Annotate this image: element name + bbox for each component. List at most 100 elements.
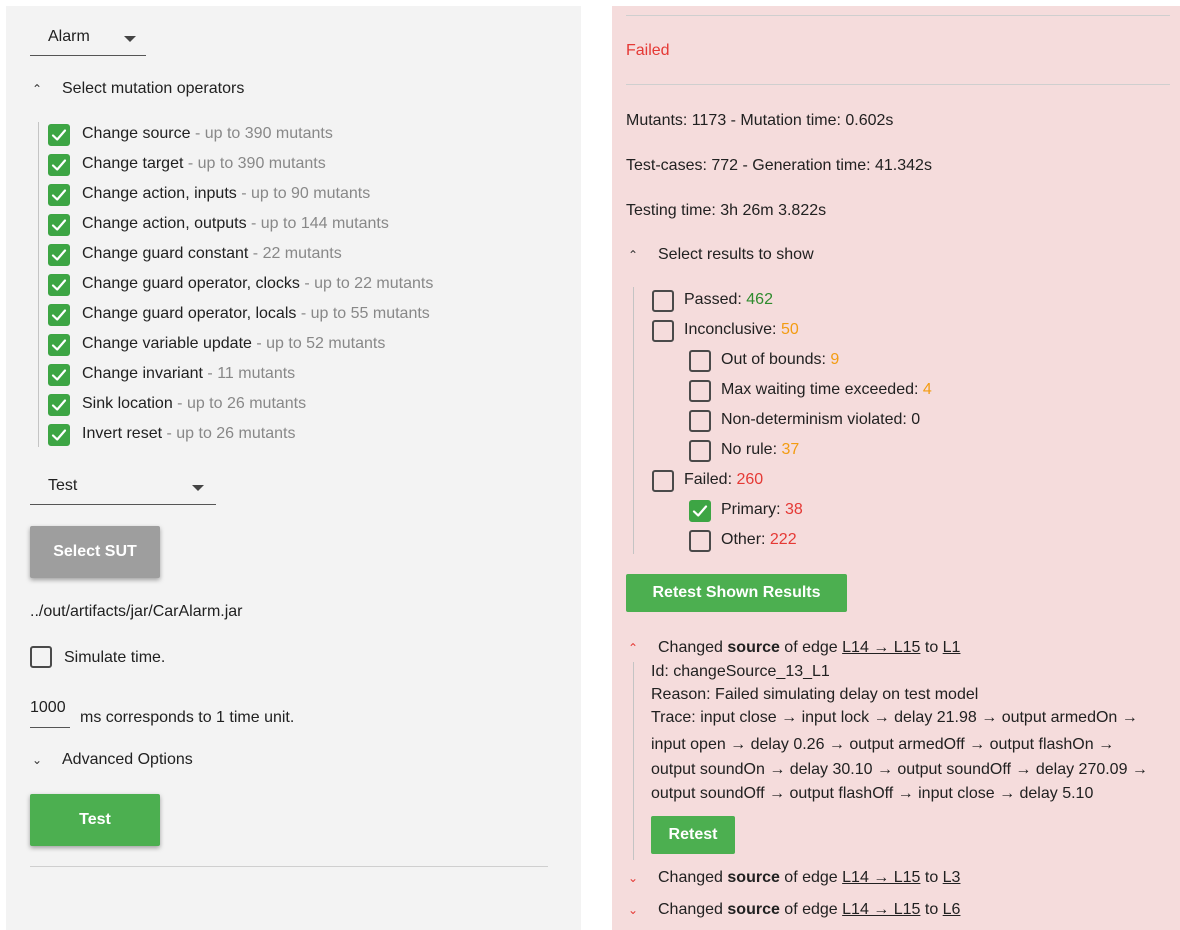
mutant-id: Id: changeSource_13_L1 xyxy=(651,663,830,680)
check-icon xyxy=(51,429,67,441)
mutant-to: to xyxy=(920,869,943,886)
operator-label: Sink location - up to 26 mutants xyxy=(82,395,306,413)
operator-checkbox[interactable] xyxy=(48,304,70,326)
operator-label: Change source - up to 390 mutants xyxy=(82,125,333,143)
chevron-down-icon: ⌄ xyxy=(32,753,43,767)
inconclusive-text: Inconclusive: xyxy=(684,321,781,338)
results-header-label: Select results to show xyxy=(658,246,814,263)
out-of-bounds-label: Out of bounds: 9 xyxy=(721,351,839,369)
operators-header-label: Select mutation operators xyxy=(62,80,245,97)
mutant-item-3[interactable]: ⌄ Changed source of edge L14 → L15 to L6 xyxy=(628,900,960,920)
retest-button[interactable]: Retest xyxy=(651,816,735,854)
non-determinism-checkbox[interactable] xyxy=(689,410,711,432)
operator-count: - up to 55 mutants xyxy=(296,305,430,322)
test-button[interactable]: Test xyxy=(30,794,160,846)
retest-shown-results-button[interactable]: Retest Shown Results xyxy=(626,574,847,612)
failed-count: 260 xyxy=(736,471,764,488)
operator-checkbox[interactable] xyxy=(48,214,70,236)
target-location-link[interactable]: L6 xyxy=(943,901,961,918)
target-location-link[interactable]: L1 xyxy=(943,639,961,656)
operator-count: - up to 90 mutants xyxy=(236,185,371,202)
failed-checkbox[interactable] xyxy=(652,470,674,492)
time-unit-value: 1000 xyxy=(30,699,66,716)
model-select[interactable]: Alarm xyxy=(30,26,146,56)
check-icon xyxy=(51,159,67,171)
trace-line-4: output soundOff → output flashOff → inpu… xyxy=(651,785,1094,802)
operator-checkbox[interactable] xyxy=(48,154,70,176)
operator-label: Change invariant - 11 mutants xyxy=(82,365,295,383)
operator-name: Change guard constant xyxy=(82,245,249,262)
inconclusive-count: 50 xyxy=(780,321,799,338)
operator-checkbox[interactable] xyxy=(48,364,70,386)
operator-label: Change guard operator, clocks - up to 22… xyxy=(82,275,433,293)
operator-count: - up to 26 mutants xyxy=(172,395,307,412)
no-rule-label: No rule: 37 xyxy=(721,441,799,459)
target-location-link[interactable]: L3 xyxy=(943,869,961,886)
operator-checkbox[interactable] xyxy=(48,244,70,266)
testing-time-summary: Testing time: 3h 26m 3.822s xyxy=(626,202,827,219)
operator-checkbox[interactable] xyxy=(48,274,70,296)
operator-checkbox[interactable] xyxy=(48,424,70,446)
operator-count: - up to 144 mutants xyxy=(246,215,389,232)
check-icon xyxy=(51,309,67,321)
operator-count: - 11 mutants xyxy=(202,365,296,382)
check-icon xyxy=(51,369,67,381)
primary-label: Primary: 38 xyxy=(721,501,803,519)
operator-count: - 22 mutants xyxy=(248,245,342,262)
mutant-kind: source xyxy=(727,869,780,886)
inconclusive-checkbox[interactable] xyxy=(652,320,674,342)
advanced-options-label: Advanced Options xyxy=(62,751,193,768)
action-select[interactable]: Test xyxy=(30,475,216,505)
non-determinism-label: Non-determinism violated: 0 xyxy=(721,411,921,428)
primary-checkbox[interactable] xyxy=(689,500,711,522)
check-icon xyxy=(51,219,67,231)
status-divider xyxy=(626,84,1170,85)
mutant-mid: of edge xyxy=(779,639,843,656)
advanced-options-expander[interactable]: ⌄ Advanced Options xyxy=(32,751,193,773)
results-group-line xyxy=(633,287,634,554)
mutant-mid: of edge xyxy=(779,869,843,886)
mutant-kind: source xyxy=(727,639,780,656)
other-checkbox[interactable] xyxy=(689,530,711,552)
out-of-bounds-count: 9 xyxy=(830,351,840,368)
operator-checkbox[interactable] xyxy=(48,394,70,416)
passed-checkbox[interactable] xyxy=(652,290,674,312)
passed-count: 462 xyxy=(746,291,773,308)
other-count: 222 xyxy=(769,531,797,548)
results-expander[interactable]: ⌃ Select results to show xyxy=(628,246,814,268)
operator-checkbox[interactable] xyxy=(48,184,70,206)
sut-path: ../out/artifacts/jar/CarAlarm.jar xyxy=(30,603,243,620)
simulate-time-checkbox[interactable] xyxy=(30,646,52,668)
check-icon xyxy=(51,399,67,411)
edge-link[interactable]: L14 → L15 xyxy=(842,639,920,656)
operator-name: Sink location xyxy=(82,395,173,412)
operator-checkbox[interactable] xyxy=(48,124,70,146)
left-divider xyxy=(30,866,548,867)
operators-expander[interactable]: ⌃ Select mutation operators xyxy=(32,80,244,102)
chevron-down-icon xyxy=(124,36,136,42)
out-of-bounds-checkbox[interactable] xyxy=(689,350,711,372)
operator-name: Change target xyxy=(82,155,184,172)
mutant-to: to xyxy=(920,639,943,656)
no-rule-checkbox[interactable] xyxy=(689,440,711,462)
other-label: Other: 222 xyxy=(721,531,797,549)
chevron-down-icon xyxy=(192,485,204,491)
out-of-bounds-text: Out of bounds: xyxy=(721,351,831,368)
mutant-prefix: Changed xyxy=(658,901,728,918)
edge-link[interactable]: L14 → L15 xyxy=(842,869,920,886)
time-unit-input[interactable]: 1000 xyxy=(30,698,70,728)
edge-link[interactable]: L14 → L15 xyxy=(842,901,920,918)
operator-name: Change variable update xyxy=(82,335,252,352)
max-wait-checkbox[interactable] xyxy=(689,380,711,402)
testcases-summary: Test-cases: 772 - Generation time: 41.34… xyxy=(626,157,932,174)
mutant-item-2[interactable]: ⌄ Changed source of edge L14 → L15 to L3 xyxy=(628,868,960,888)
check-icon xyxy=(51,249,67,261)
time-unit-text: ms corresponds to 1 time unit. xyxy=(80,709,295,726)
operator-name: Invert reset xyxy=(82,425,163,442)
operator-label: Change action, outputs - up to 144 mutan… xyxy=(82,215,389,233)
operator-checkbox[interactable] xyxy=(48,334,70,356)
mutant-item-1[interactable]: ⌃ Changed source of edge L14 → L15 to L1 xyxy=(628,638,960,658)
inconclusive-label: Inconclusive: 50 xyxy=(684,321,799,339)
trace-line-1: Trace: input close → input lock → delay … xyxy=(651,709,1138,726)
select-sut-button[interactable]: Select SUT xyxy=(30,526,160,578)
